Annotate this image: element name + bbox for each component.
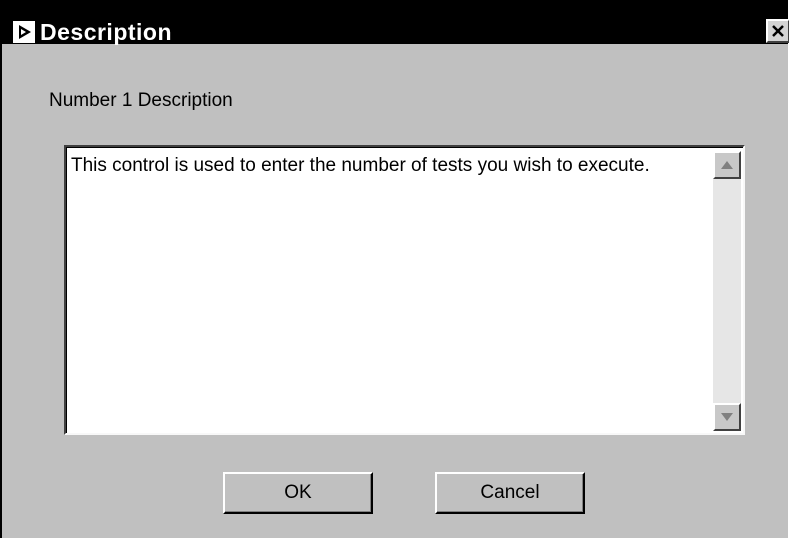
- app-run-icon: [13, 21, 35, 43]
- description-text[interactable]: This control is used to enter the number…: [71, 155, 650, 177]
- arrow-down-icon: [721, 413, 733, 421]
- vertical-scrollbar[interactable]: [713, 151, 741, 431]
- title-bar[interactable]: Description: [2, 0, 789, 45]
- scroll-up-button[interactable]: [713, 151, 741, 179]
- scroll-down-button[interactable]: [713, 403, 741, 431]
- description-dialog: Description Number 1 Description This co…: [0, 0, 789, 538]
- ok-button[interactable]: OK: [223, 472, 373, 514]
- close-icon[interactable]: [766, 19, 789, 43]
- cancel-button[interactable]: Cancel: [435, 472, 585, 514]
- description-textarea[interactable]: This control is used to enter the number…: [64, 145, 745, 435]
- arrow-up-icon: [721, 161, 733, 169]
- description-label: Number 1 Description: [49, 90, 233, 111]
- window-title: Description: [40, 19, 173, 45]
